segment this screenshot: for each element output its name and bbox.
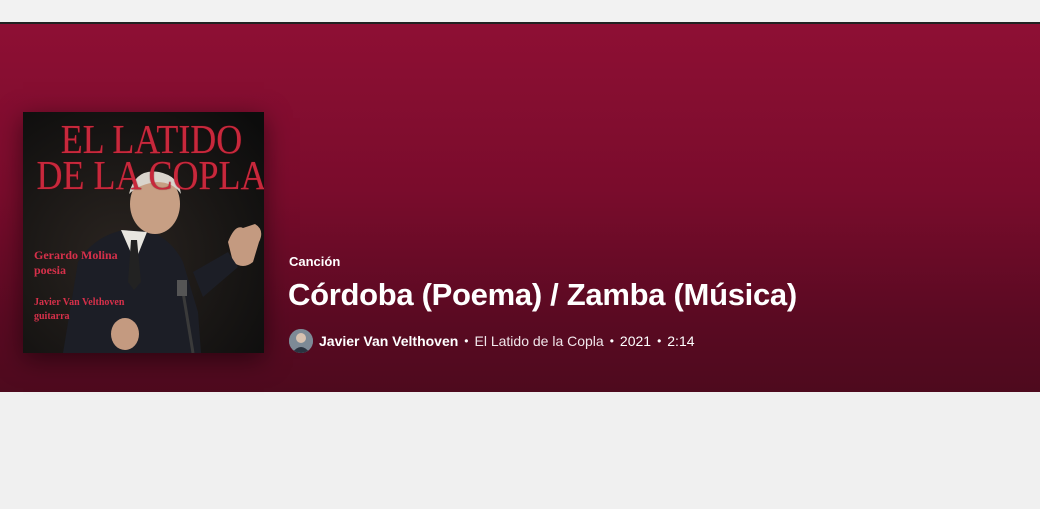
song-title: Córdoba (Poema) / Zamba (Música) <box>288 277 797 312</box>
cover-credit-role: guitarra <box>34 311 70 322</box>
cover-credit-name: Gerardo Molina <box>34 248 118 262</box>
cover-credit-name: Javier Van Velthoven <box>34 297 125 308</box>
separator-dot: • <box>464 334 469 348</box>
release-year: 2021 <box>619 333 652 349</box>
cover-title-line2: DE LA COPLA <box>36 152 264 198</box>
song-duration: 2:14 <box>667 333 695 349</box>
artist-avatar-icon <box>289 329 313 353</box>
song-info-row: Javier Van Velthoven • El Latido de la C… <box>289 328 695 354</box>
cover-credit-role: poesia <box>34 263 67 277</box>
album-cover: EL LATIDO DE LA COPLA Gerardo Molina poe… <box>23 112 264 353</box>
top-bar <box>0 0 1040 24</box>
artist-avatar[interactable] <box>289 329 313 353</box>
album-link[interactable]: El Latido de la Copla <box>475 333 604 349</box>
separator-dot: • <box>609 334 614 348</box>
item-type-label: Canción <box>289 254 341 269</box>
artist-link[interactable]: Javier Van Velthoven <box>319 333 458 349</box>
separator-dot: • <box>657 334 662 348</box>
